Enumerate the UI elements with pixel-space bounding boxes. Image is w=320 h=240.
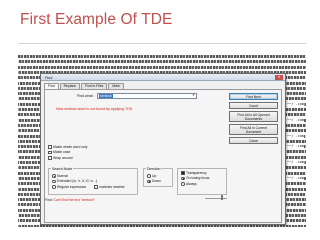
close-icon[interactable]: ✕ [275,75,283,80]
find-panel: Find what : sentcsh ▼ Now sentcsh word i… [44,89,282,223]
background-line-suffix: ──/ .com [286,144,304,149]
find-all-current-button[interactable]: Find All in Current Document [229,124,278,135]
dialog-title: Find [45,75,53,80]
radio-icon[interactable] [52,174,56,178]
radio-icon[interactable] [147,174,151,178]
dialog-titlebar: Find ✕ [41,74,285,81]
radio-regex[interactable]: Regular expression matches newline [52,184,124,190]
radio-label: Always [186,181,197,186]
radio-icon[interactable] [52,179,56,183]
checkbox-icon[interactable] [48,150,52,154]
transparency-toggle[interactable]: Transparency [181,170,209,176]
status-text: Can't find the text "sentcsh" [53,198,95,202]
transparency-slider[interactable] [221,195,223,200]
option-match-whole-word[interactable]: Match whole word only [48,144,88,150]
annotation-note: Now sentcsh word is not found by applyin… [56,107,134,111]
search-mode-group: Search Mode Normal Extended (\n, \r, \t,… [48,166,138,195]
search-mode-title: Search Mode [51,166,74,171]
find-what-label: Find what : [77,94,95,98]
background-line-suffix: ──/ .com [286,101,304,106]
close-button[interactable]: Close [229,137,278,144]
radio-icon[interactable] [147,179,151,183]
option-wrap-around[interactable]: Wrap around [48,155,88,161]
slide-title: First Example Of TDE [20,11,173,28]
radio-icon[interactable] [181,182,185,186]
background-text-line [18,65,306,69]
find-next-button[interactable]: Find Next [229,93,278,100]
option-label: Wrap around [53,155,73,160]
checkbox-icon[interactable] [181,171,185,175]
radio-label: On losing focus [186,176,210,181]
transparency-label: Transparency [186,170,207,175]
background-line-suffix: ──/ .com [286,175,304,180]
checkbox-icon[interactable] [48,145,52,149]
match-options: Match whole word only Match case Wrap ar… [48,144,88,161]
transparency-slider-track [205,198,227,199]
background-text-line [18,60,306,64]
status-prefix: Find: [45,198,53,202]
find-what-input[interactable]: sentcsh [97,92,197,99]
radio-label: Normal [57,173,68,178]
find-dialog: Find ✕ Find Replace Find in Files Mark F… [40,73,286,225]
radio-label: Up [152,173,157,178]
find-what-value: sentcsh [99,93,113,98]
direction-title: Direction [146,166,162,171]
radio-label: Down [152,179,161,184]
matches-newline-label: matches newline [99,184,125,189]
status-message: Find: Can't find the text "sentcsh" [45,198,95,202]
background-line-suffix: ──/ .com [286,117,304,122]
option-label: Match whole word only [53,144,88,149]
background-line-suffix: ──/ .com [286,160,304,164]
radio-down[interactable]: Down [147,179,161,185]
radio-on-losing-focus[interactable]: On losing focus [181,176,209,182]
background-line-suffix: ──/ .com [286,133,304,138]
option-label: Match case [53,150,71,155]
transparency-group: Transparency On losing focus Always [177,168,227,195]
count-button[interactable]: Count [229,102,278,109]
background-text-line [18,55,306,58]
find-all-opened-button[interactable]: Find All in All Opened Documents [229,111,278,122]
checkbox-icon[interactable] [48,156,52,160]
direction-group: Direction Up Down [143,166,173,187]
chevron-down-icon[interactable]: ▼ [191,93,196,98]
radio-icon[interactable] [52,185,56,189]
checkbox-icon[interactable] [94,185,98,189]
radio-always[interactable]: Always [181,181,209,187]
title-divider [18,43,306,44]
embedded-screenshot: ──/ .com ──/ .com ──/ .com ──/ .com ──/ .com… [18,53,306,227]
radio-label: Extended (\n, \r, \t, \0, \x...) [57,179,97,184]
radio-label: Regular expression [57,184,87,189]
radio-icon[interactable] [181,176,185,180]
